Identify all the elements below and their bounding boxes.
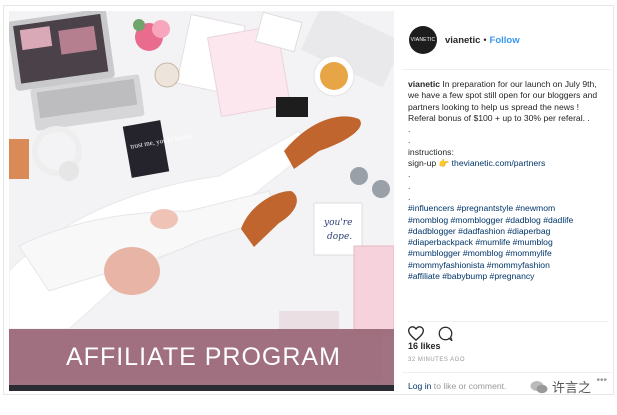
more-options-icon[interactable]: ••• [596,375,607,386]
wechat-icon [530,380,548,393]
pointing-hand-icon: 👉 [438,158,450,169]
hashtag-line[interactable]: #affiliate #babybump #pregnancy [408,271,608,282]
avatar-text: VIANETIC [410,37,436,43]
watermark-text: 许言之 [552,380,592,395]
avatar[interactable]: VIANETIC [409,26,437,54]
header-separator: • [483,35,487,45]
post-image[interactable]: trust me, you're lovely you're dope. AFF… [9,11,394,391]
caption-dot: . [408,135,411,146]
hashtag-line[interactable]: #mommyfashionista #mommyfashion [408,260,608,271]
post-timestamp: 32 MINUTES AGO [408,357,466,363]
comment-icon[interactable] [438,326,454,346]
post-caption: vianetic In preparation for our launch o… [408,79,608,282]
hashtag-line[interactable]: #dadblogger #dadfashion #diaperbag [408,226,608,237]
hashtag-list: #influencers #pregnantstyle #newmom #mom… [408,203,608,282]
affiliate-banner: AFFILIATE PROGRAM [9,329,394,385]
svg-text:dope.: dope. [327,232,352,242]
hashtag-line[interactable]: #influencers #pregnantstyle #newmom [408,203,608,214]
post-sidebar: VIANETIC vianetic • Follow vianetic In p… [402,11,611,391]
caption-dot: . [408,169,411,180]
hashtag-line[interactable]: #mumblogger #momblog #mommylife [408,248,608,259]
caption-username[interactable]: vianetic [408,79,440,89]
caption-dot: . [408,124,411,135]
watermark: 许言之 [530,377,591,396]
header-username[interactable]: vianetic [445,35,480,46]
bottom-pattern [9,385,394,391]
likes-count[interactable]: 16 likes [408,341,441,351]
instagram-post: trust me, you're lovely you're dope. AFF… [3,5,614,395]
caption-dot: . [408,191,411,202]
post-header: VIANETIC vianetic • Follow [402,11,611,70]
svg-text:you're: you're [323,218,352,228]
caption-instructions: instructions: [408,146,454,157]
banner-text: AFFILIATE PROGRAM [66,342,341,371]
hashtag-line[interactable]: #momblog #momblogger #dadblog #dadlife [408,215,608,226]
signup-link[interactable]: thevianetic.com/partners [452,158,546,168]
login-link[interactable]: Log in [408,381,431,391]
signup-label: sign-up [408,158,437,169]
follow-button[interactable]: Follow [490,35,520,46]
caption-dot: . [408,180,411,191]
login-rest: to like or comment. [431,381,507,391]
hashtag-line[interactable]: #diaperbackpack #mumlife #mumblog [408,237,608,248]
